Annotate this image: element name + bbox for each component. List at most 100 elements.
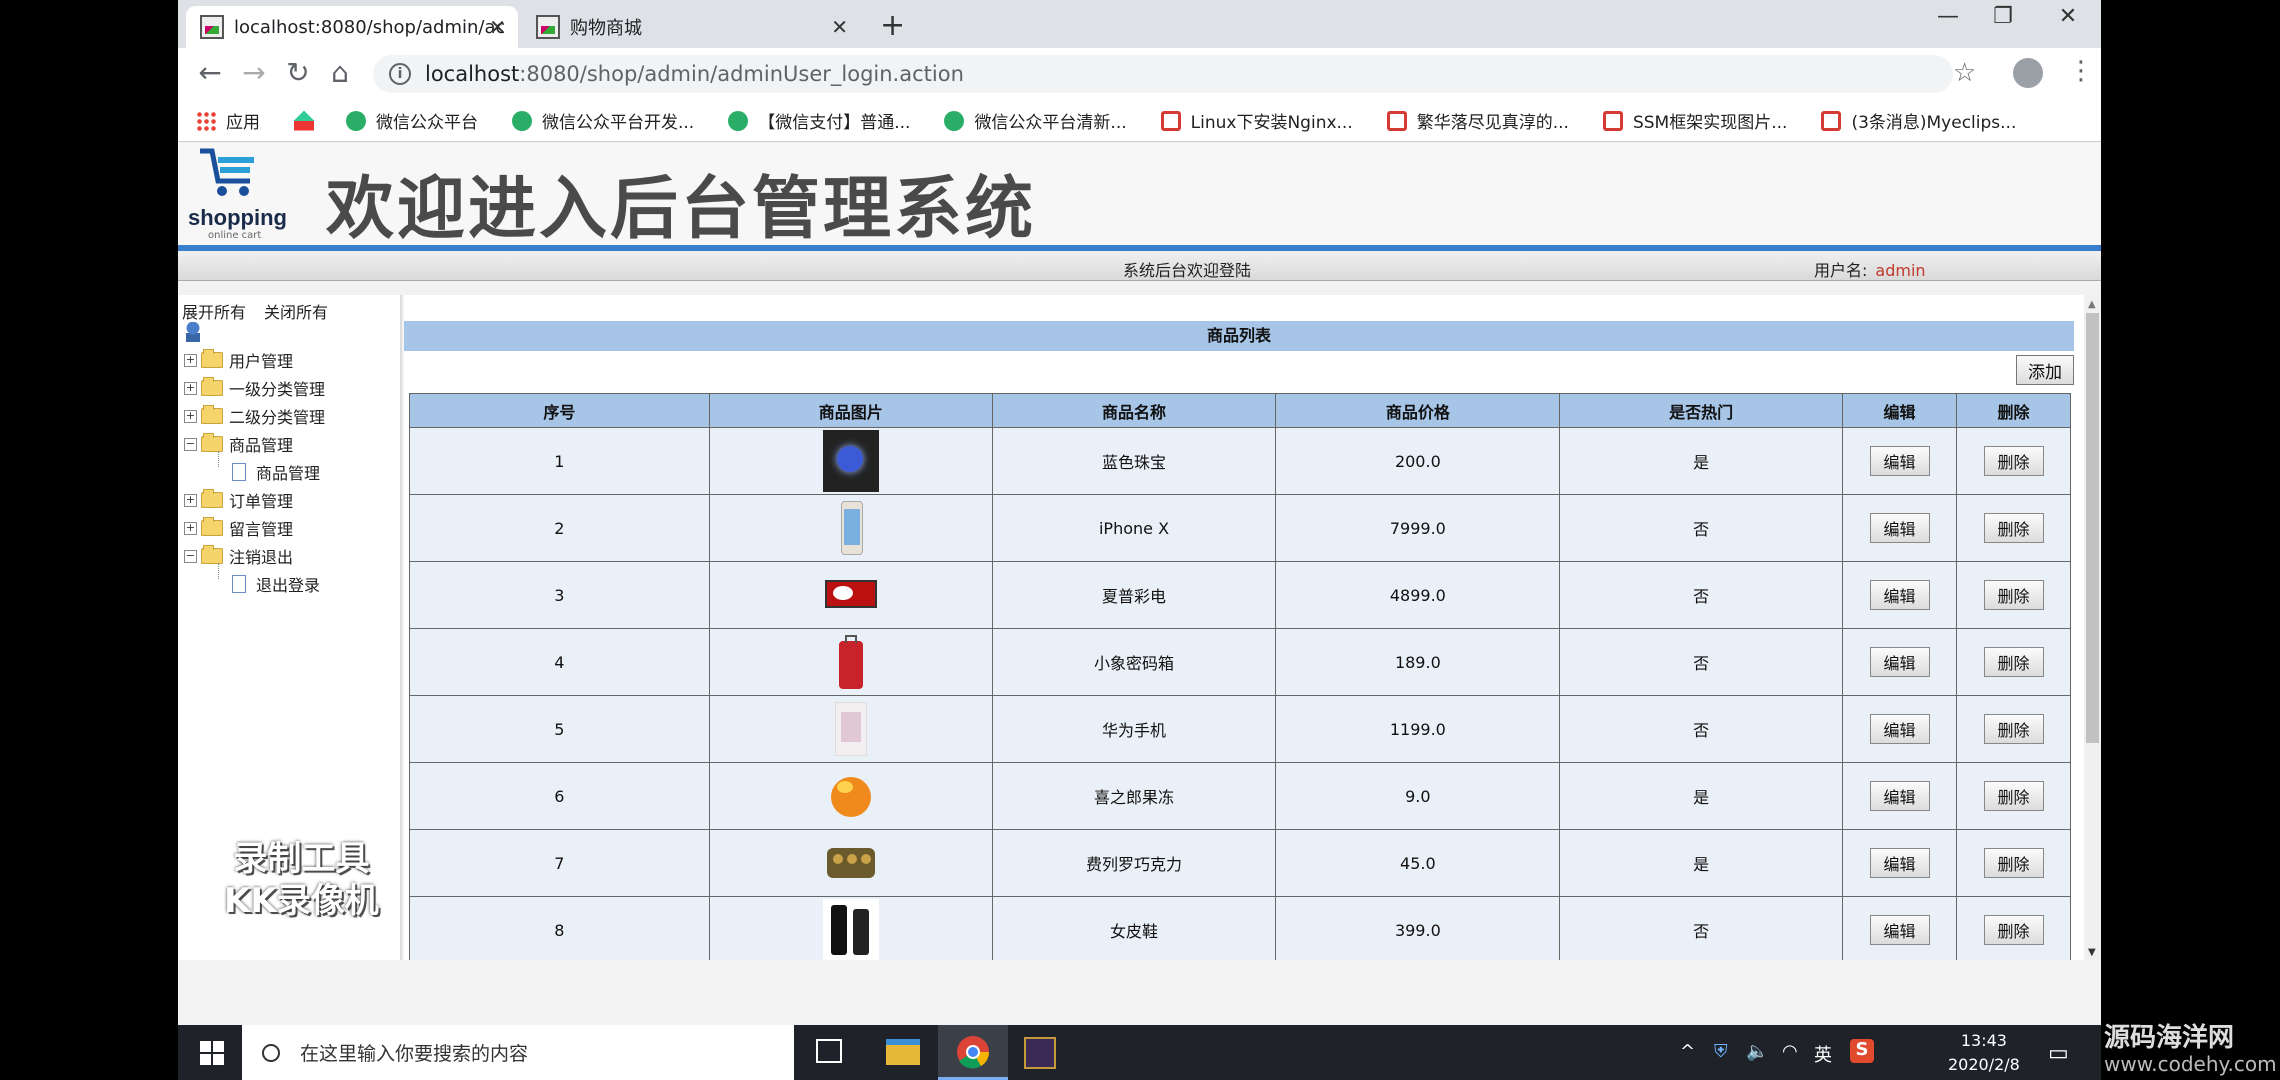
delete-button[interactable]: 删除 [1983, 647, 2044, 677]
expand-icon[interactable]: + [184, 381, 197, 395]
home-icon[interactable]: ⌂ [322, 56, 358, 89]
tree-node-goods[interactable]: − 商品管理 [184, 433, 293, 455]
close-icon[interactable]: ✕ [831, 15, 848, 39]
bookmark-label: 微信公众平台清新... [974, 113, 1127, 133]
cell-hot: 否 [1559, 561, 1844, 629]
edit-button[interactable]: 编辑 [1869, 848, 1930, 878]
expand-icon[interactable]: + [184, 493, 197, 507]
file-explorer-icon[interactable] [886, 1039, 920, 1065]
edit-button[interactable]: 编辑 [1869, 647, 1930, 677]
tree-node-orders[interactable]: + 订单管理 [184, 489, 293, 511]
cell-delete: 删除 [1956, 829, 2071, 897]
watermark-line2: KK录像机 [224, 881, 379, 921]
bookmark-wechat-2[interactable]: 微信公众平台开发... [512, 108, 694, 133]
bookmark-wechat-1[interactable]: 微信公众平台 [346, 108, 478, 133]
folder-icon [201, 377, 223, 396]
close-icon[interactable]: ✕ [489, 15, 506, 39]
tree-leaf-goods-manage[interactable]: 商品管理 [232, 461, 320, 483]
bookmark-csdn-2[interactable]: 繁华落尽见真淳的... [1386, 108, 1569, 133]
notification-icon[interactable]: ▭ [2048, 1041, 2069, 1066]
tray-expand-icon[interactable]: ^ [1680, 1041, 1695, 1062]
product-thumbnail [822, 899, 879, 960]
bookmark-wechat-pay[interactable]: 【微信支付】普通... [728, 108, 910, 133]
bookmarks-bar: 应用 微信公众平台 微信公众平台开发... 【微信支付】普通... 微信公众平台… [178, 100, 2101, 142]
sogou-ime-icon[interactable]: S [1850, 1039, 1874, 1063]
tree-node-messages[interactable]: + 留言管理 [184, 517, 293, 539]
delete-button[interactable]: 删除 [1983, 848, 2044, 878]
back-icon[interactable]: ← [192, 56, 228, 89]
address-bar[interactable]: i localhost:8080/shop/admin/adminUser_lo… [373, 55, 1953, 93]
collapse-icon[interactable]: − [184, 549, 197, 563]
tab-admin[interactable]: localhost:8080/shop/admin/ac ✕ [186, 6, 518, 48]
shield-icon[interactable]: ⛨ [1714, 1041, 1728, 1062]
cell-no: 2 [409, 494, 710, 562]
task-view-icon[interactable] [816, 1039, 842, 1063]
expand-icon[interactable]: + [184, 409, 197, 423]
reload-icon[interactable]: ↻ [280, 56, 316, 89]
bookmark-wechat-3[interactable]: 微信公众平台清新... [944, 108, 1127, 133]
scroll-up-icon[interactable]: ▲ [2088, 299, 2096, 310]
delete-button[interactable]: 删除 [1983, 446, 2044, 476]
tab-shop[interactable]: 购物商城 ✕ [522, 6, 860, 48]
delete-button[interactable]: 删除 [1983, 781, 2044, 811]
bookmark-csdn-1[interactable]: Linux下安装Nginx... [1160, 108, 1353, 133]
cortana-icon[interactable] [748, 1037, 778, 1067]
new-tab-icon[interactable]: + [880, 8, 905, 43]
tree-node-category1[interactable]: + 一级分类管理 [184, 377, 325, 399]
tree-leaf-logout[interactable]: 退出登录 [232, 573, 320, 595]
edit-button[interactable]: 编辑 [1869, 714, 1930, 744]
windows-start-icon[interactable] [200, 1041, 224, 1065]
taskbar-search[interactable]: 在这里输入你要搜索的内容 [242, 1025, 794, 1080]
add-goods-button[interactable]: 添加 [2016, 355, 2074, 385]
collapse-icon[interactable]: − [184, 437, 197, 451]
edit-button[interactable]: 编辑 [1869, 915, 1930, 945]
taskbar-clock[interactable]: 13:43 2020/2/8 [1948, 1029, 2020, 1077]
expand-icon[interactable]: + [184, 521, 197, 535]
bookmark-csdn-4[interactable]: (3条消息)Myeclips... [1821, 108, 2016, 133]
product-thumbnail [823, 832, 879, 894]
expand-all-link[interactable]: 展开所有 [182, 303, 246, 322]
delete-button[interactable]: 删除 [1983, 513, 2044, 543]
bookmark-csdn-3[interactable]: SSM框架实现图片... [1602, 108, 1787, 133]
window-close-icon[interactable]: ✕ [2038, 4, 2098, 29]
delete-button[interactable]: 删除 [1983, 714, 2044, 744]
tree-node-user[interactable]: + 用户管理 [184, 349, 293, 371]
delete-button[interactable]: 删除 [1983, 580, 2044, 610]
edit-button[interactable]: 编辑 [1869, 446, 1930, 476]
page-scrollbar[interactable]: ▲ ▼ [2084, 295, 2101, 960]
volume-icon[interactable]: 🔈 [1746, 1041, 1768, 1062]
recorder-app-icon[interactable] [1024, 1037, 1056, 1069]
edit-button[interactable]: 编辑 [1869, 513, 1930, 543]
edit-button[interactable]: 编辑 [1869, 781, 1930, 811]
cell-price: 45.0 [1275, 829, 1561, 897]
wifi-icon[interactable]: ◠ [1782, 1041, 1798, 1062]
bookmark-star-icon[interactable]: ☆ [1953, 58, 1976, 88]
tree-node-category2[interactable]: + 二级分类管理 [184, 405, 325, 427]
browser-toolbar: ← → ↻ ⌂ i localhost:8080/shop/admin/admi… [178, 48, 2101, 100]
product-thumbnail [823, 631, 879, 693]
tree-connector [218, 563, 219, 579]
cell-price: 1199.0 [1275, 695, 1561, 763]
edit-button[interactable]: 编辑 [1869, 580, 1930, 610]
tree-root-icon [186, 322, 200, 342]
scroll-down-icon[interactable]: ▼ [2088, 947, 2096, 958]
forward-icon[interactable]: → [236, 56, 272, 89]
cell-image [708, 628, 993, 696]
menu-icon[interactable]: ⋮ [2068, 56, 2094, 86]
product-thumbnail [823, 765, 879, 827]
ime-indicator[interactable]: 英 [1814, 1041, 1832, 1067]
bookmark-apps[interactable]: 应用 [196, 108, 260, 133]
tree-node-logout[interactable]: − 注销退出 [184, 545, 293, 567]
minimize-icon[interactable]: — [1918, 4, 1978, 29]
profile-avatar-icon[interactable] [2013, 58, 2043, 88]
bookmark-house[interactable] [294, 110, 324, 131]
search-placeholder: 在这里输入你要搜索的内容 [300, 1043, 529, 1065]
collapse-all-link[interactable]: 关闭所有 [264, 303, 328, 322]
chrome-taskbar-button[interactable] [938, 1025, 1008, 1080]
site-info-icon[interactable]: i [389, 63, 411, 85]
expand-icon[interactable]: + [184, 353, 197, 367]
restore-icon[interactable]: ❐ [1973, 4, 2033, 29]
delete-button[interactable]: 删除 [1983, 915, 2044, 945]
folder-icon [201, 489, 223, 508]
scrollbar-thumb[interactable] [2086, 313, 2099, 743]
